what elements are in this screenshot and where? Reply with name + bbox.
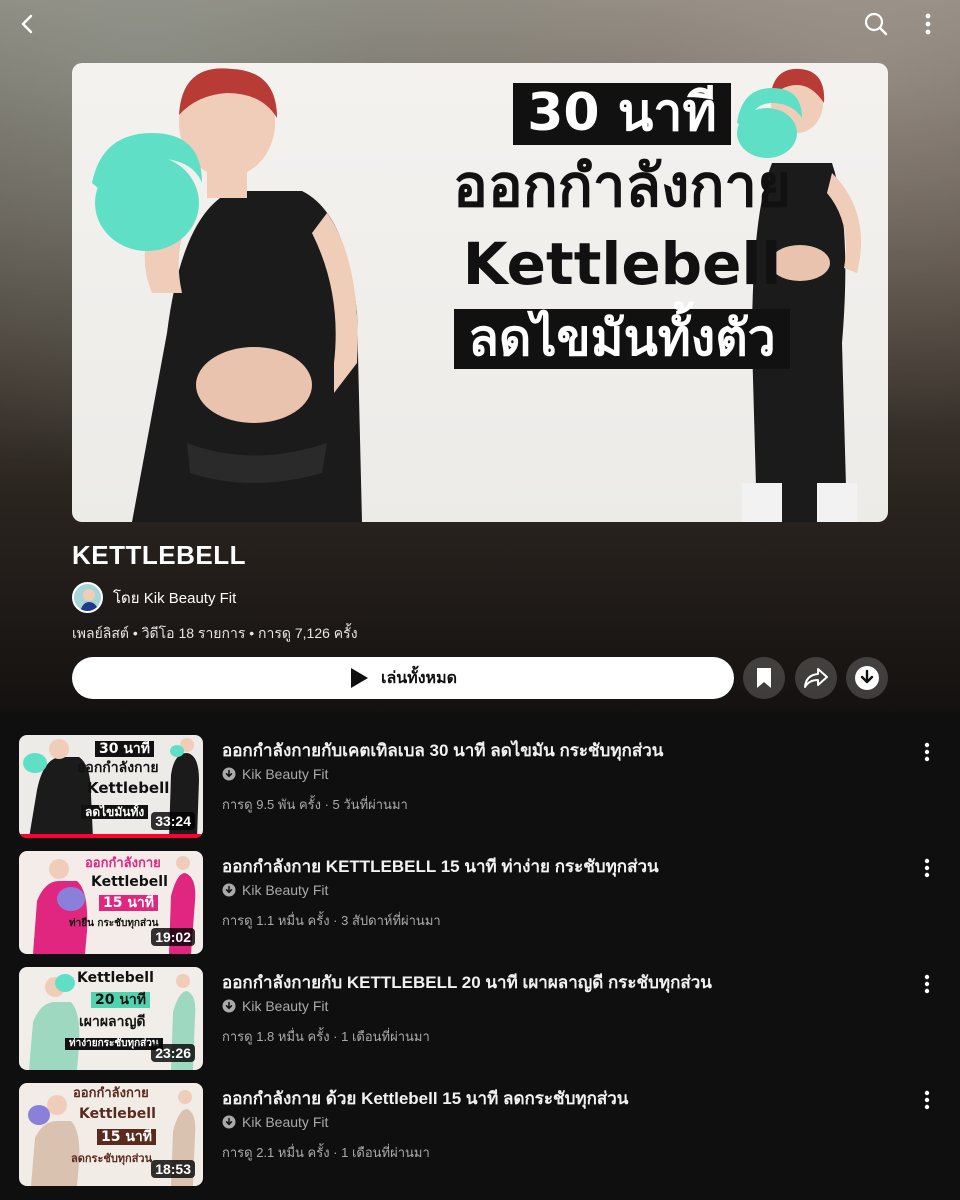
channel-name: Kik Beauty Fit	[242, 998, 329, 1014]
hero-line-1: 30 นาที	[513, 83, 731, 145]
hero-line-4: ลดไขมันทั้งตัว	[454, 309, 790, 369]
thumb-line-4: ลดกระชับทุกส่วน	[71, 1152, 153, 1165]
list-item[interactable]: Kettlebell 20 นาที เผาผลาญดี ท่าง่ายกระช…	[0, 967, 960, 1071]
download-icon	[855, 666, 879, 690]
downloaded-icon	[222, 767, 236, 781]
thumb-line-3: 15 นาที	[97, 1129, 157, 1145]
playlist-hero-thumbnail[interactable]: 30 นาที ออกกำลังกาย Kettlebell ลดไขมันทั…	[72, 63, 888, 522]
channel-name: Kik Beauty Fit	[242, 766, 329, 782]
top-bar	[0, 0, 960, 50]
downloaded-icon	[222, 999, 236, 1013]
video-duration: 33:24	[151, 812, 195, 830]
channel-name: Kik Beauty Fit	[242, 882, 329, 898]
video-thumbnail[interactable]: ออกกำลังกาย Kettlebell 15 นาที ท่ายืน กร…	[19, 851, 203, 954]
more-vertical-icon	[924, 742, 930, 762]
video-more-button[interactable]	[912, 969, 942, 999]
search-icon	[864, 12, 888, 36]
thumb-line-3: 15 นาที	[99, 895, 159, 911]
save-playlist-button[interactable]	[743, 657, 785, 699]
download-button[interactable]	[846, 657, 888, 699]
video-meta: การดู 9.5 พัน ครั้ง · 5 วันที่ผ่านมา	[222, 797, 408, 812]
owner-name[interactable]: โดย Kik Beauty Fit	[113, 586, 236, 610]
video-thumbnail[interactable]: Kettlebell 20 นาที เผาผลาญดี ท่าง่ายกระช…	[19, 967, 203, 1070]
play-all-button[interactable]: เล่นทั้งหมด	[72, 657, 734, 699]
video-channel: Kik Beauty Fit	[222, 1114, 328, 1130]
thumb-line-1: 30 นาที	[95, 741, 155, 757]
thumb-line-1: ออกกำลังกาย	[73, 1086, 149, 1101]
play-icon	[350, 668, 368, 688]
video-meta: การดู 2.1 หมื่น ครั้ง · 1 เดือนที่ผ่านมา	[222, 1145, 430, 1160]
channel-name: Kik Beauty Fit	[242, 1114, 329, 1130]
watched-progress-bar	[19, 834, 203, 838]
video-more-button[interactable]	[912, 737, 942, 767]
thumb-line-2: ออกกำลังกาย	[77, 760, 159, 776]
more-vertical-icon	[924, 974, 930, 994]
hero-line-3: Kettlebell	[462, 230, 782, 298]
downloaded-icon	[222, 1115, 236, 1129]
playlist-title: KETTLEBELL	[72, 540, 246, 570]
video-title[interactable]: ออกกำลังกาย KETTLEBELL 15 นาที ท่าง่าย ก…	[222, 853, 659, 880]
video-meta: การดู 1.1 หมื่น ครั้ง · 3 สัปดาห์ที่ผ่าน…	[222, 913, 441, 928]
play-all-label: เล่นทั้งหมด	[380, 669, 458, 687]
share-button[interactable]	[795, 657, 837, 699]
video-duration: 19:02	[151, 928, 195, 946]
playlist-owner[interactable]: โดย Kik Beauty Fit	[72, 582, 236, 613]
playlist-meta: เพลย์ลิสต์ • วิดีโอ 18 รายการ • การดู 7,…	[72, 625, 358, 641]
video-meta: การดู 1.8 หมื่น ครั้ง · 1 เดือนที่ผ่านมา	[222, 1029, 430, 1044]
video-more-button[interactable]	[912, 1085, 942, 1115]
woman-with-kettlebell-left-illustration	[92, 68, 362, 522]
thumb-line-3: Kettlebell	[87, 779, 170, 797]
hero-title-overlay: 30 นาที ออกกำลังกาย Kettlebell ลดไขมันทั…	[402, 83, 842, 369]
chevron-left-icon	[21, 14, 33, 34]
thumb-line-4: ท่าง่ายกระชับทุกส่วน	[65, 1038, 163, 1050]
thumb-line-1: Kettlebell	[77, 970, 154, 986]
thumb-line-4: ท่ายืน กระชับทุกส่วน	[69, 918, 159, 929]
video-channel: Kik Beauty Fit	[222, 882, 328, 898]
video-thumbnail[interactable]: 30 นาที ออกกำลังกาย Kettlebell ลดไขมันทั…	[19, 735, 203, 838]
list-item[interactable]: ออกกำลังกาย Kettlebell 15 นาที ท่ายืน กร…	[0, 851, 960, 955]
thumb-line-1: ออกกำลังกาย	[85, 856, 161, 871]
bookmark-icon	[757, 668, 771, 688]
thumb-line-2: 20 นาที	[91, 992, 151, 1008]
video-channel: Kik Beauty Fit	[222, 998, 328, 1014]
more-button[interactable]	[908, 4, 948, 44]
search-button[interactable]	[856, 4, 896, 44]
more-vertical-icon	[924, 858, 930, 878]
video-title[interactable]: ออกกำลังกายกับ KETTLEBELL 20 นาที เผาผลา…	[222, 969, 712, 996]
video-title[interactable]: ออกกำลังกายกับเคตเทิลเบล 30 นาที ลดไขมัน…	[222, 737, 663, 764]
hero-line-2: ออกกำลังกาย	[452, 152, 791, 220]
list-item[interactable]: 30 นาที ออกกำลังกาย Kettlebell ลดไขมันทั…	[0, 735, 960, 839]
video-title[interactable]: ออกกำลังกาย ด้วย Kettlebell 15 นาที ลดกร…	[222, 1085, 628, 1112]
thumb-line-3: เผาผลาญดี	[79, 1014, 146, 1030]
more-vertical-icon	[924, 1090, 930, 1110]
video-duration: 18:53	[151, 1160, 195, 1178]
thumb-line-4: ลดไขมันทั้ง	[81, 805, 149, 819]
video-thumbnail[interactable]: ออกกำลังกาย Kettlebell 15 นาที ลดกระชับท…	[19, 1083, 203, 1186]
thumb-line-2: Kettlebell	[91, 874, 168, 890]
list-item[interactable]: ออกกำลังกาย Kettlebell 15 นาที ลดกระชับท…	[0, 1083, 960, 1187]
downloaded-icon	[222, 883, 236, 897]
video-duration: 23:26	[151, 1044, 195, 1062]
more-vertical-icon	[925, 13, 931, 35]
video-channel: Kik Beauty Fit	[222, 766, 328, 782]
avatar-image	[80, 589, 99, 611]
avatar[interactable]	[72, 582, 103, 613]
share-icon	[804, 668, 828, 688]
back-button[interactable]	[8, 4, 48, 44]
video-more-button[interactable]	[912, 853, 942, 883]
thumb-line-2: Kettlebell	[79, 1106, 156, 1122]
